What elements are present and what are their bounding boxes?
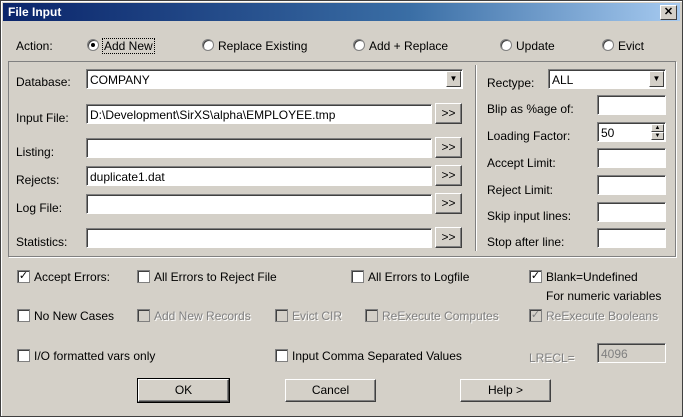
blank-undefined-label[interactable]: Blank=Undefined — [546, 270, 638, 284]
no-new-cases-label[interactable]: No New Cases — [34, 309, 114, 323]
rejects-label: Rejects: — [16, 173, 60, 187]
evict-cir-checkbox[interactable] — [275, 309, 288, 322]
reexecute-computes-label[interactable]: ReExecute Computes — [382, 309, 499, 323]
close-icon: ✕ — [663, 6, 674, 18]
accept-limit-field[interactable] — [597, 148, 666, 168]
radio-evict-label[interactable]: Evict — [618, 39, 644, 53]
database-label: Database: — [16, 75, 71, 89]
add-new-records-label[interactable]: Add New Records — [154, 309, 251, 323]
blip-label: Blip as %age of: — [487, 102, 574, 116]
title-bar: File Input ✕ — [3, 3, 680, 21]
close-button[interactable]: ✕ — [660, 5, 677, 20]
rejects-field[interactable]: duplicate1.dat — [86, 166, 432, 186]
statistics-field[interactable] — [86, 228, 432, 248]
rejects-browse-button[interactable]: >> — [435, 165, 462, 186]
accept-errors-label[interactable]: Accept Errors: — [34, 270, 110, 284]
chevron-down-icon: ▼ — [652, 74, 661, 83]
group-divider — [475, 65, 476, 251]
cancel-button[interactable]: Cancel — [285, 379, 376, 402]
input-file-browse-button[interactable]: >> — [435, 103, 462, 124]
statistics-label: Statistics: — [16, 235, 68, 249]
stop-after-line-field[interactable] — [597, 228, 666, 248]
statistics-browse-button[interactable]: >> — [435, 227, 462, 248]
action-label: Action: — [16, 39, 53, 53]
input-file-label: Input File: — [16, 111, 69, 125]
help-button[interactable]: Help > — [460, 379, 551, 402]
all-errors-reject-checkbox[interactable] — [137, 270, 150, 283]
input-file-field[interactable]: D:\Development\SirXS\alpha\EMPLOYEE.tmp — [86, 104, 432, 124]
radio-evict[interactable] — [602, 39, 614, 51]
listing-label: Listing: — [16, 145, 55, 159]
blank-undefined-checkbox[interactable]: ✓ — [529, 270, 542, 283]
rejects-value: duplicate1.dat — [90, 170, 165, 184]
blank-undefined-note: For numeric variables — [546, 289, 662, 303]
loading-factor-spinner[interactable]: ▲ ▼ — [651, 124, 664, 140]
reject-limit-field[interactable] — [597, 175, 666, 195]
listing-field[interactable] — [86, 138, 432, 158]
ok-button[interactable]: OK — [137, 378, 230, 403]
skip-input-lines-field[interactable] — [597, 202, 666, 222]
log-file-browse-button[interactable]: >> — [435, 193, 462, 214]
checkmark-icon: ✓ — [530, 309, 541, 321]
radio-replace-existing-label[interactable]: Replace Existing — [218, 39, 307, 53]
io-formatted-label[interactable]: I/O formatted vars only — [34, 349, 155, 363]
reject-limit-label: Reject Limit: — [487, 183, 554, 197]
add-new-records-checkbox[interactable] — [137, 309, 150, 322]
database-value: COMPANY — [90, 73, 150, 87]
io-formatted-checkbox[interactable] — [17, 349, 30, 362]
no-new-cases-checkbox[interactable] — [17, 309, 30, 322]
accept-limit-label: Accept Limit: — [487, 156, 556, 170]
all-errors-log-label[interactable]: All Errors to Logfile — [368, 270, 469, 284]
database-select[interactable]: COMPANY ▼ — [86, 69, 463, 89]
loading-factor-value: 50 — [601, 126, 615, 140]
blip-field[interactable] — [597, 95, 666, 115]
radio-update[interactable] — [500, 39, 512, 51]
lrecl-value: 4096 — [601, 347, 628, 361]
radio-update-label[interactable]: Update — [516, 39, 555, 53]
reexecute-computes-checkbox[interactable] — [365, 309, 378, 322]
log-file-field[interactable] — [86, 194, 432, 214]
window-title: File Input — [8, 5, 62, 19]
checkmark-icon: ✓ — [530, 270, 541, 282]
log-file-label: Log File: — [16, 201, 63, 215]
lrecl-label: LRECL= — [529, 351, 575, 365]
rectype-value: ALL — [552, 73, 574, 87]
reexecute-booleans-checkbox[interactable]: ✓ — [529, 309, 542, 322]
rectype-select[interactable]: ALL ▼ — [548, 69, 666, 89]
loading-factor-field[interactable]: 50 ▲ ▼ — [597, 122, 666, 142]
radio-add-replace[interactable] — [353, 39, 365, 51]
radio-add-new-label[interactable]: Add New — [102, 38, 155, 54]
rectype-label: Rectype: — [487, 76, 535, 90]
accept-errors-checkbox[interactable]: ✓ — [17, 270, 30, 283]
radio-add-replace-label[interactable]: Add + Replace — [369, 39, 448, 53]
skip-input-lines-label: Skip input lines: — [487, 209, 572, 223]
loading-factor-label: Loading Factor: — [487, 129, 571, 143]
listing-browse-button[interactable]: >> — [435, 137, 462, 158]
spin-up-icon[interactable]: ▲ — [651, 124, 664, 132]
spin-down-icon[interactable]: ▼ — [651, 132, 664, 140]
evict-cir-label[interactable]: Evict CIR — [292, 309, 342, 323]
comma-separated-checkbox[interactable] — [275, 349, 288, 362]
radio-add-new[interactable] — [87, 39, 99, 51]
reexecute-booleans-label[interactable]: ReExecute Booleans — [546, 309, 658, 323]
radio-replace-existing[interactable] — [202, 39, 214, 51]
lrecl-field[interactable]: 4096 — [597, 343, 666, 363]
checkmark-icon: ✓ — [18, 270, 29, 282]
database-dropdown-button[interactable]: ▼ — [446, 71, 461, 87]
file-input-dialog: File Input ✕ Action: Add New Replace Exi… — [0, 0, 683, 417]
stop-after-line-label: Stop after line: — [487, 235, 565, 249]
comma-separated-label[interactable]: Input Comma Separated Values — [292, 349, 462, 363]
input-file-value: D:\Development\SirXS\alpha\EMPLOYEE.tmp — [90, 108, 336, 122]
all-errors-reject-label[interactable]: All Errors to Reject File — [154, 270, 277, 284]
chevron-down-icon: ▼ — [449, 74, 458, 83]
all-errors-log-checkbox[interactable] — [351, 270, 364, 283]
rectype-dropdown-button[interactable]: ▼ — [649, 71, 664, 87]
